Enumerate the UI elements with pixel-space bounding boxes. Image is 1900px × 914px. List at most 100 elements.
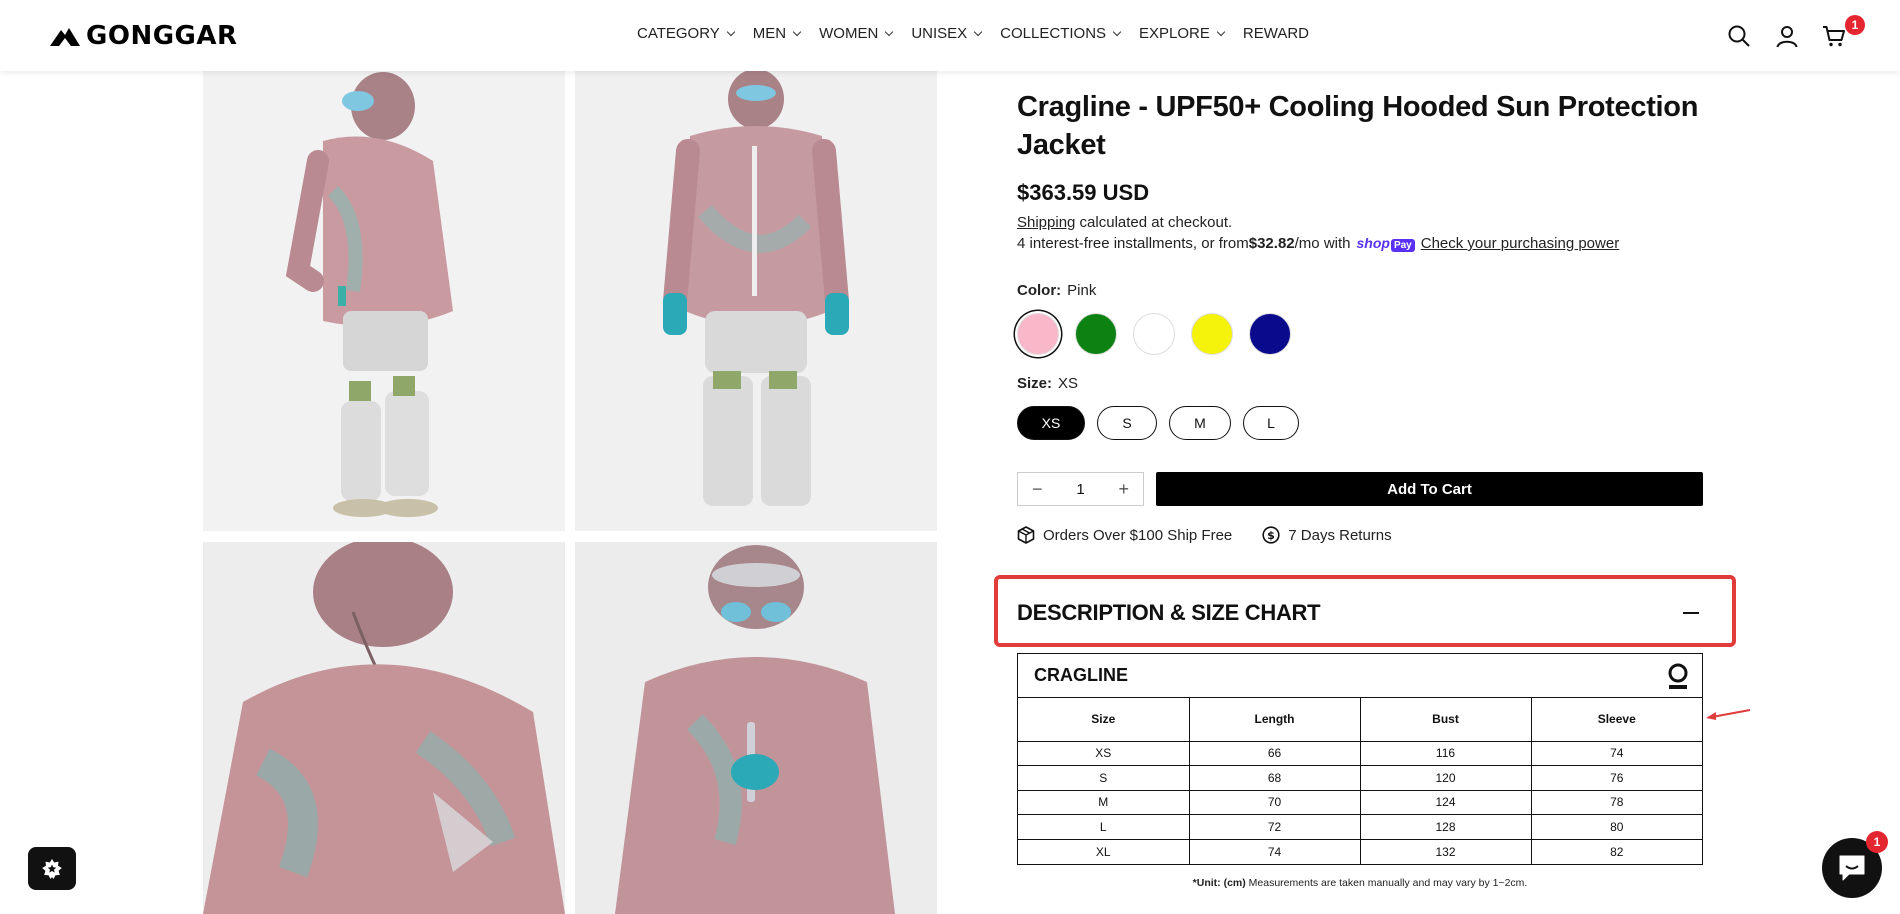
size-chart-row: XS 66 116 74 — [1018, 741, 1702, 767]
shoppay-logo: shop Pay — [1357, 235, 1415, 252]
search-icon[interactable] — [1727, 24, 1751, 48]
nav-item-label: EXPLORE — [1139, 25, 1210, 42]
nav-item-reward[interactable]: REWARD — [1243, 25, 1309, 42]
nav-item-label: MEN — [752, 25, 787, 42]
color-swatch-green[interactable] — [1075, 313, 1117, 355]
size-chart: CRAGLINE Size Length Bust Sleeve XS 66 116 74 S… — [1017, 653, 1703, 865]
nav-item-men[interactable]: MEN — [752, 25, 802, 42]
quantity-value[interactable]: 1 — [1076, 481, 1084, 498]
size-chart-column-header: Sleeve — [1531, 698, 1702, 742]
brand-name: GONGGAR — [86, 21, 238, 51]
chat-unread-badge: 1 — [1866, 831, 1888, 853]
size-chart-cell: XS — [1018, 741, 1190, 767]
color-swatch-yellow[interactable] — [1191, 313, 1233, 355]
size-chart-cell: 66 — [1189, 741, 1361, 767]
brand-mark-icon — [1668, 663, 1688, 689]
product-image-detail[interactable] — [575, 542, 937, 914]
size-chart-cell: 74 — [1189, 839, 1361, 864]
size-chart-cell: 80 — [1531, 814, 1702, 840]
product-image-front[interactable] — [575, 71, 937, 531]
perk-returns: $ 7 Days Returns — [1262, 526, 1392, 544]
shipping-info: Shipping calculated at checkout. — [1017, 214, 1717, 231]
size-chart-cell: 78 — [1531, 790, 1702, 816]
red-arrow-annotation — [1706, 709, 1751, 720]
chat-bubble-icon — [1839, 855, 1865, 881]
size-option-m[interactable]: M — [1169, 406, 1231, 440]
shipping-link[interactable]: Shipping — [1017, 214, 1075, 231]
size-chart-cell: 70 — [1189, 790, 1361, 816]
installments-prefix: 4 interest-free installments, or from — [1017, 235, 1249, 252]
dollar-circle-icon: $ — [1262, 526, 1280, 544]
size-chart-cell: 76 — [1531, 765, 1702, 791]
size-label: Size: — [1017, 375, 1053, 392]
user-icon[interactable] — [1775, 24, 1799, 48]
product-gallery — [203, 71, 938, 914]
size-chart-cell: S — [1018, 765, 1190, 791]
size-chart-cell: 72 — [1189, 814, 1361, 840]
perks-row: Orders Over $100 Ship Free $ 7 Days Retu… — [1017, 526, 1717, 544]
product-image-front-side[interactable] — [203, 71, 565, 531]
chevron-down-icon — [973, 27, 983, 36]
size-option-xs[interactable]: XS — [1017, 406, 1085, 440]
size-chart-cell: 128 — [1360, 814, 1532, 840]
size-chart-cell: M — [1018, 790, 1190, 816]
perk-returns-text: 7 Days Returns — [1288, 526, 1392, 544]
nav-item-unisex[interactable]: UNISEX — [911, 25, 983, 42]
size-option-l[interactable]: L — [1243, 406, 1299, 440]
cart-icon[interactable] — [1822, 24, 1846, 48]
chevron-down-icon — [885, 27, 894, 36]
size-chart-cell: 124 — [1360, 790, 1532, 816]
mountain-icon — [50, 28, 80, 46]
chevron-down-icon — [1112, 27, 1122, 36]
color-swatch-navy[interactable] — [1249, 313, 1291, 355]
size-chart-row: XL 74 132 82 — [1018, 839, 1702, 864]
size-chart-cell: 132 — [1360, 839, 1532, 864]
site-header: GONGGAR CATEGORY MEN WOMEN UNISEX COLLECTION… — [0, 0, 1900, 71]
size-chart-cell: 68 — [1189, 765, 1361, 791]
size-label-row: Size: XS — [1017, 375, 1717, 392]
size-chart-cell: 74 — [1531, 741, 1702, 767]
color-swatch-white[interactable] — [1133, 313, 1175, 355]
quantity-decrease-button[interactable]: − — [1032, 479, 1043, 500]
product-image-back[interactable] — [203, 542, 565, 914]
quantity-stepper: − 1 + — [1017, 472, 1144, 506]
nav-item-collections[interactable]: COLLECTIONS — [1000, 25, 1122, 42]
size-chart-column-header: Length — [1189, 698, 1361, 742]
description-heading: DESCRIPTION & SIZE CHART — [1017, 600, 1321, 625]
collapse-minus-icon[interactable] — [1683, 612, 1699, 614]
product-title: Cragline - UPF50+ Cooling Hooded Sun Pro… — [1017, 91, 1699, 161]
rewards-button[interactable] — [28, 847, 76, 890]
nav-item-label: REWARD — [1242, 25, 1310, 42]
description-accordion-header[interactable]: DESCRIPTION & SIZE CHART — [1017, 600, 1699, 626]
purchasing-power-link[interactable]: Check your purchasing power — [1421, 235, 1619, 252]
perk-free-shipping-text: Orders Over $100 Ship Free — [1043, 526, 1233, 544]
size-option-s[interactable]: S — [1097, 406, 1157, 440]
size-chart-cell: 120 — [1360, 765, 1532, 791]
size-chart-column-header: Bust — [1360, 698, 1532, 742]
color-swatch-pink[interactable] — [1017, 313, 1059, 355]
chevron-down-icon — [726, 27, 736, 36]
add-to-cart-button[interactable]: Add To Cart — [1156, 472, 1703, 506]
nav-item-women[interactable]: WOMEN — [819, 25, 894, 42]
main-nav: CATEGORY MEN WOMEN UNISEX COLLECTIONS EXPLORE… — [637, 25, 1328, 42]
size-chart-table: Size Length Bust Sleeve XS 66 116 74 S 68 120 76 M 7… — [1018, 698, 1702, 864]
quantity-increase-button[interactable]: + — [1118, 479, 1129, 500]
nav-item-explore[interactable]: EXPLORE — [1139, 25, 1226, 42]
size-chart-column-header: Size — [1018, 698, 1190, 742]
color-swatches — [1017, 313, 1717, 355]
size-chart-cell: XL — [1018, 839, 1190, 864]
size-chart-row: L 72 128 80 — [1018, 814, 1702, 840]
nav-item-category[interactable]: CATEGORY — [637, 25, 736, 42]
installments-info: 4 interest-free installments, or from $3… — [1017, 235, 1717, 252]
size-chart-note-unit: *Unit: (cm) — [1192, 877, 1246, 889]
chevron-down-icon — [792, 27, 802, 36]
installments-suffix: /mo with — [1294, 235, 1351, 252]
nav-item-label: UNISEX — [911, 25, 968, 42]
nav-item-label: CATEGORY — [637, 25, 720, 42]
product-info: Cragline - UPF50+ Cooling Hooded Sun Pro… — [1017, 88, 1717, 544]
size-value: XS — [1058, 375, 1079, 392]
brand-logo[interactable]: GONGGAR — [50, 20, 238, 52]
add-to-cart-row: − 1 + Add To Cart — [1017, 472, 1717, 506]
svg-text:$: $ — [1267, 529, 1275, 542]
size-chart-note-text: Measurements are taken manually and may … — [1245, 877, 1528, 889]
